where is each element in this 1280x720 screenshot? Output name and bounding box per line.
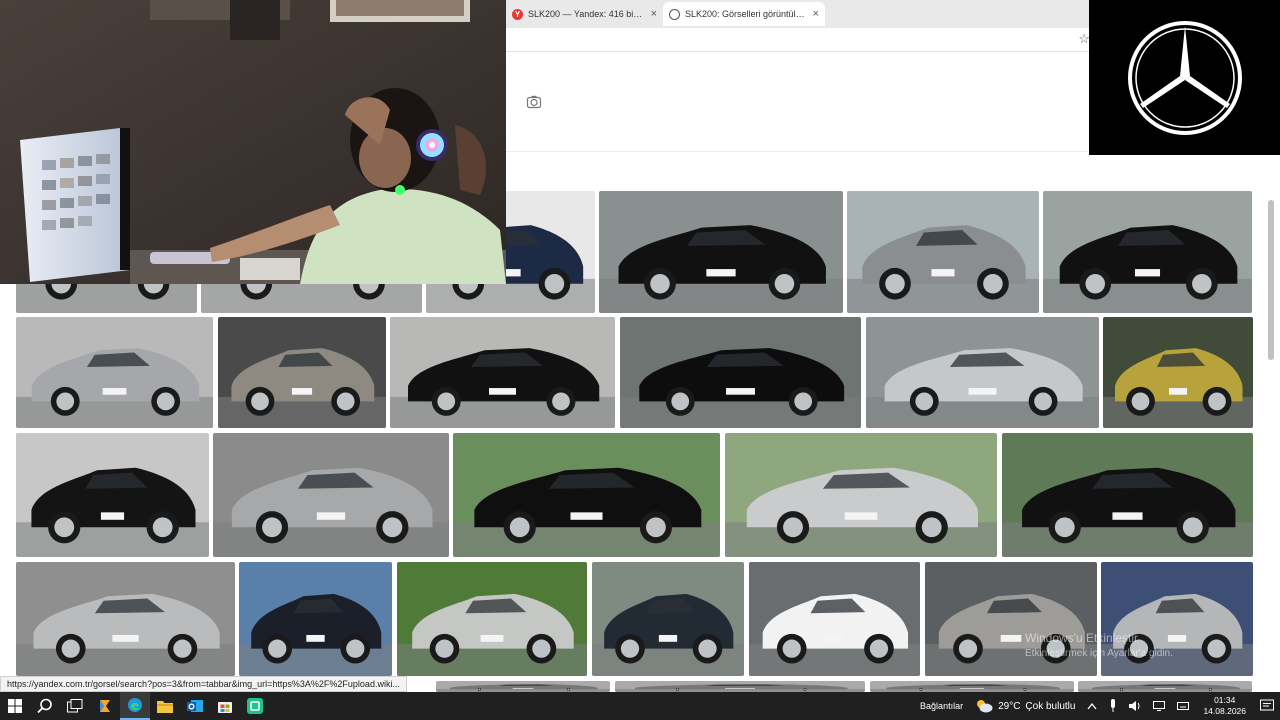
file-explorer-icon[interactable] [150,692,180,720]
clock-date: 14.08.2026 [1203,706,1246,716]
image-result-silver-car[interactable] [1078,681,1252,692]
brand-logo-overlay [1089,0,1280,155]
image-result-black-car[interactable] [620,317,861,428]
windows-taskbar: Bağlantılar 29°C Çok bulutlu 01:34 14.08… [0,692,1280,720]
speaker-icon[interactable] [1129,700,1141,712]
image-result-silver-car[interactable] [218,317,386,428]
image-result-silver-car[interactable] [847,191,1039,313]
address-bar[interactable]: ☆ [506,28,1090,52]
close-icon[interactable]: × [651,8,657,20]
keyboard-icon[interactable] [1177,702,1190,710]
webcam-image [0,0,506,284]
windows-start-icon[interactable] [0,692,30,720]
yandex-icon: Y [512,8,523,20]
image-result-black-car[interactable] [599,191,843,313]
app-green-icon[interactable] [240,692,270,720]
task-view-icon[interactable] [60,692,90,720]
image-result-black-car[interactable] [1043,191,1252,313]
windows-activation-watermark: Windows'u Etkinleştir Etkinleştirmek içi… [1025,630,1265,662]
network-label[interactable]: Bağlantılar [920,701,963,711]
clock-time: 01:34 [1214,695,1236,705]
display-icon[interactable] [1153,701,1166,711]
outlook-icon[interactable] [180,692,210,720]
system-tray: Bağlantılar 29°C Çok bulutlu 01:34 14.08… [914,692,1280,720]
image-result-silver-car[interactable] [870,681,1074,692]
image-result-black-car[interactable] [1002,433,1253,557]
image-result-silver-car[interactable] [16,562,235,676]
microphone-icon[interactable] [1109,699,1117,713]
chevron-up-icon[interactable] [1087,702,1097,710]
tab-yandex-search[interactable]: Y SLK200 — Yandex: 416 bin sonuç bulundu… [506,2,663,26]
scrollbar-thumb[interactable] [1268,200,1274,360]
image-result-silver-car[interactable] [436,681,610,692]
image-result-gold-car[interactable] [1103,317,1253,428]
image-result-black-car[interactable] [390,317,615,428]
weather-widget[interactable]: 29°C Çok bulutlu [975,699,1075,713]
image-result-black-car[interactable] [592,562,744,676]
edge-icon[interactable] [120,692,150,720]
mercedes-star-logo-icon [1127,20,1242,135]
image-result-black-car[interactable] [453,433,720,557]
image-result-silver-car[interactable] [725,433,997,557]
close-icon[interactable]: × [813,8,819,20]
image-result-silver-car[interactable] [213,433,449,557]
tab-title: SLK200 — Yandex: 416 bin sonuç bulundu [528,9,647,19]
image-result-silver-car[interactable] [615,681,865,692]
image-result-black-car[interactable] [16,433,209,557]
app-icon[interactable] [90,692,120,720]
watermark-title: Windows'u Etkinleştir [1025,631,1138,645]
search-icon[interactable] [30,692,60,720]
tab-title: SLK200: Görselleri görüntüleyin ve indir… [685,9,809,19]
cloudy-weather-icon [977,700,993,713]
store-icon[interactable] [210,692,240,720]
screen: Y SLK200 — Yandex: 416 bin sonuç bulundu… [0,0,1280,720]
camera-search-icon[interactable] [526,94,542,110]
link-status-url: https://yandex.com.tr/gorsel/search?pos=… [0,676,407,692]
page-scrollbar[interactable] [1266,190,1276,675]
globe-icon [669,8,680,20]
weather-temperature: 29°C [998,700,1021,712]
image-result-white-car[interactable] [749,562,920,676]
image-result-silver-car[interactable] [397,562,587,676]
image-result-silver-car[interactable] [866,317,1099,428]
webcam-overlay [0,0,506,284]
watermark-subtitle: Etkinleştirmek için Ayarlar'a gidin. [1025,648,1173,659]
browser-tab-bar: Y SLK200 — Yandex: 416 bin sonuç bulundu… [506,0,1090,28]
image-result-black-car[interactable] [239,562,392,676]
image-result-silver-car[interactable] [16,317,213,428]
tab-slk200-images[interactable]: SLK200: Görselleri görüntüleyin ve indir… [663,2,825,26]
weather-description: Çok bulutlu [1025,700,1076,712]
notification-icon[interactable] [1260,699,1274,713]
clock[interactable]: 01:34 14.08.2026 [1203,695,1246,717]
